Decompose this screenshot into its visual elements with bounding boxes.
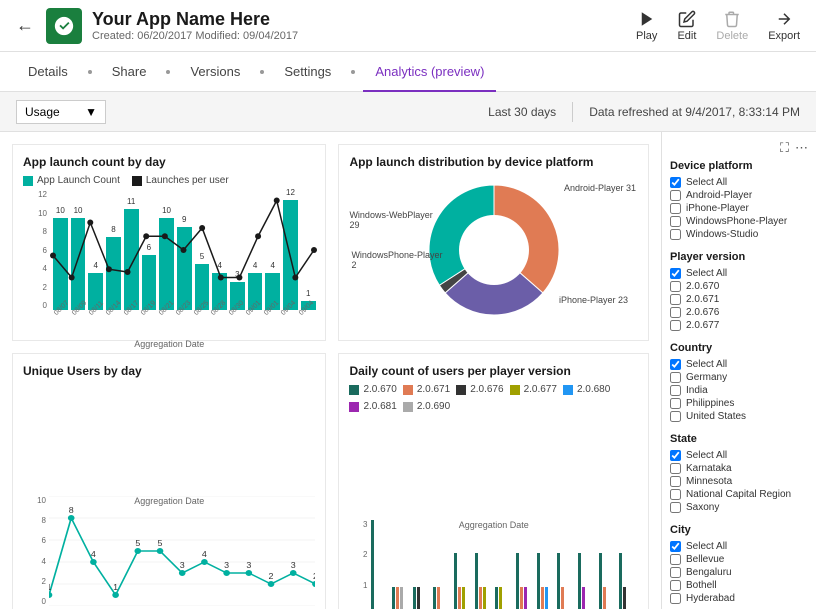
filter-item[interactable]: 2.0.670: [670, 280, 808, 293]
svg-text:1: 1: [113, 582, 118, 591]
device-platform-filter: Device platform Select All Android-Playe…: [670, 160, 808, 241]
svg-text:3: 3: [224, 560, 229, 569]
tab-details[interactable]: Details: [16, 52, 80, 92]
chart-device-platform: App launch distribution by device platfo…: [338, 144, 649, 341]
edit-button[interactable]: Edit: [677, 10, 696, 42]
tab-analytics[interactable]: Analytics (preview): [363, 52, 496, 92]
filter-item[interactable]: Select All: [670, 267, 808, 280]
tab-share[interactable]: Share: [100, 52, 159, 92]
filter-item[interactable]: Windows-Studio: [670, 228, 808, 241]
filter-item[interactable]: India: [670, 384, 808, 397]
delete-button[interactable]: Delete: [716, 10, 748, 42]
filter-item[interactable]: Bothell: [670, 579, 808, 592]
svg-text:4: 4: [91, 549, 96, 558]
filter-item[interactable]: Germany: [670, 371, 808, 384]
filter-item[interactable]: 2.0.676: [670, 306, 808, 319]
usage-dropdown[interactable]: Usage ▼: [16, 100, 106, 124]
chart4-title: Daily count of users per player version: [349, 364, 638, 378]
filter-item[interactable]: Select All: [670, 176, 808, 189]
chart1-title: App launch count by day: [23, 155, 315, 169]
svg-text:8: 8: [69, 505, 74, 514]
filter-item[interactable]: Select All: [670, 540, 808, 553]
filter-item[interactable]: WindowsPhone-Player: [670, 215, 808, 228]
filter-item[interactable]: Hyderabad: [670, 592, 808, 605]
svg-text:2: 2: [269, 571, 274, 580]
filter-item[interactable]: Saxony: [670, 501, 808, 514]
filter-item[interactable]: 2.0.677: [670, 319, 808, 332]
country-filter: Country Select All Germany India Philipp…: [670, 342, 808, 423]
chart3-title: Unique Users by day: [23, 364, 315, 378]
svg-text:5: 5: [135, 538, 140, 547]
filter-item[interactable]: Select All: [670, 449, 808, 462]
state-filter: State Select All Karnataka Minnesota Nat…: [670, 433, 808, 514]
filter-item[interactable]: United States: [670, 410, 808, 423]
chart2-title: App launch distribution by device platfo…: [349, 155, 638, 169]
filter-item[interactable]: Bengaluru: [670, 566, 808, 579]
svg-text:3: 3: [291, 560, 296, 569]
city-filter: City Select All Bellevue Bengaluru Bothe…: [670, 524, 808, 605]
app-meta: Created: 06/20/2017 Modified: 09/04/2017: [92, 30, 636, 42]
expand-icon[interactable]: ⛶: [780, 140, 789, 156]
chart-unique-users: Unique Users by day 1086420 184155343323…: [12, 353, 326, 609]
more-icon[interactable]: ⋯: [795, 140, 808, 156]
svg-text:1: 1: [49, 582, 52, 591]
filter-item[interactable]: Philippines: [670, 397, 808, 410]
filter-item[interactable]: Karnataka: [670, 462, 808, 475]
filter-item[interactable]: 2.0.671: [670, 293, 808, 306]
filter-item[interactable]: iPhone-Player: [670, 202, 808, 215]
svg-text:3: 3: [180, 560, 185, 569]
filter-item[interactable]: Bellevue: [670, 553, 808, 566]
app-logo: [46, 8, 82, 44]
filter-item[interactable]: Select All: [670, 358, 808, 371]
chart-user-version: Daily count of users per player version …: [338, 353, 649, 609]
svg-text:3: 3: [246, 560, 251, 569]
svg-text:5: 5: [158, 538, 163, 547]
tab-settings[interactable]: Settings: [272, 52, 343, 92]
export-button[interactable]: Export: [768, 10, 800, 42]
refresh-label: Data refreshed at 9/4/2017, 8:33:14 PM: [589, 105, 800, 119]
app-title: Your App Name Here: [92, 9, 636, 30]
filter-item[interactable]: National Capital Region: [670, 488, 808, 501]
last-period-label: Last 30 days: [488, 105, 556, 119]
play-button[interactable]: Play: [636, 10, 657, 42]
svg-text:4: 4: [202, 549, 207, 558]
svg-text:2: 2: [313, 571, 315, 580]
chart-launch-count: App launch count by day App Launch Count…: [12, 144, 326, 341]
tab-versions[interactable]: Versions: [178, 52, 252, 92]
player-version-filter: Player version Select All 2.0.670 2.0.67…: [670, 251, 808, 332]
back-button[interactable]: ←: [16, 15, 34, 36]
filter-item[interactable]: Minnesota: [670, 475, 808, 488]
filter-item[interactable]: Android-Player: [670, 189, 808, 202]
